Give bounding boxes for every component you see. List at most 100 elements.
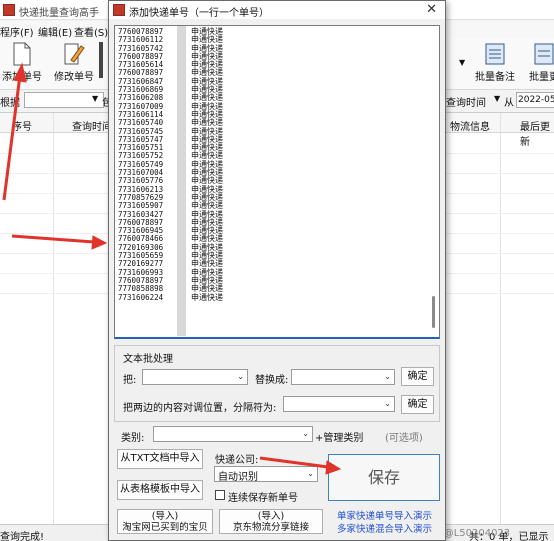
tracking-number: 7731605752	[118, 152, 164, 161]
col-query-time[interactable]: 查询时间	[72, 118, 112, 133]
chevron-down-icon: ⌄	[237, 372, 244, 381]
replace-from-combo[interactable]: ⌄	[142, 369, 248, 385]
tracking-number: 7770857629	[118, 193, 164, 202]
batch-note-label: 批量备注	[475, 72, 515, 83]
multi-import-demo-link[interactable]: 多家快递混合导入演示	[337, 521, 432, 535]
tracking-number: 7731605745	[118, 127, 164, 136]
filter-by-label: 根据	[0, 98, 20, 109]
chevron-down-icon: ▼	[494, 94, 501, 103]
tracking-number: 7731606869	[118, 86, 164, 95]
import-jd-line1: (导入)	[257, 511, 285, 522]
tracking-number: 7731605907	[118, 202, 164, 211]
list-item: 7731605742 申通快递	[118, 44, 223, 53]
list-item: 7731606114 申通快递	[118, 110, 223, 119]
replace-ok-button[interactable]: 确定	[401, 367, 434, 386]
chevron-down-icon: ▼	[92, 94, 99, 103]
tracking-number: 7731606112	[118, 36, 164, 45]
menu-program[interactable]: 程序(F)	[0, 24, 34, 39]
import-table-button[interactable]: 从表格模板中导入	[117, 480, 203, 500]
list-item: 7731605614 申通快递	[118, 60, 223, 70]
from-label: 从	[504, 98, 514, 109]
list-item: 7760078897 申通快递	[118, 218, 223, 227]
tracking-number: 7731606993	[118, 268, 164, 277]
batch-update-button[interactable]: 批量更	[524, 40, 554, 86]
text-batch-title: 文本批处理	[123, 354, 173, 365]
col-latest-update[interactable]: 最后更新	[520, 118, 554, 148]
list-item: 7731606847 申通快递	[118, 77, 223, 86]
import-jd-line2: 京东物流分享链接	[232, 522, 309, 533]
batch-note-button[interactable]: 批量备注	[469, 40, 521, 86]
optional-hint: (可选项)	[385, 433, 423, 444]
col-logistics[interactable]: 物流信息	[450, 118, 490, 133]
close-icon[interactable]: ✕	[426, 2, 437, 17]
tracking-number: 7731605749	[118, 160, 164, 169]
continuous-save-checkbox[interactable]	[215, 490, 225, 500]
tracking-number: 7731606847	[118, 77, 164, 86]
list-item: 7731606945 申通快递	[118, 226, 223, 235]
add-number-label: 添加单号	[2, 72, 42, 83]
app-icon	[3, 4, 15, 16]
scrollbar-thumb[interactable]	[432, 296, 435, 328]
tracking-number: 7731605659	[118, 252, 164, 261]
tracking-number-list: 7760078897 申通快递 7731606112 申通快递 7731605742 申通…	[118, 27, 223, 302]
tracking-number: 7731607009	[118, 102, 164, 111]
from-date-field[interactable]: 2022-05-	[516, 92, 554, 108]
text-batch-group: 文本批处理 把: ⌄ 替换成: ⌄ 确定 把两边的内容对调位置，分隔符为: ⌄ …	[114, 345, 440, 422]
textarea-scrollbar[interactable]	[429, 30, 437, 330]
chevron-down-icon: ⌄	[384, 399, 391, 408]
list-item: 7760078897 申通快递	[118, 69, 223, 78]
tracking-number: 7731605747	[118, 135, 164, 144]
list-item: 7731605745 申通快递	[118, 127, 223, 136]
list-item: 7770858898 申通快递	[118, 284, 223, 293]
chevron-down-icon: ⌄	[384, 372, 391, 381]
manage-category-link[interactable]: +管理类别	[315, 429, 363, 444]
list-item: 7731606208 申通快递	[118, 94, 223, 103]
tracking-number: 7731603427	[118, 210, 164, 219]
add-number-button[interactable]: 添加单号	[0, 40, 46, 86]
toolbar-edge	[99, 42, 103, 78]
continuous-save-label: 连续保存新单号	[228, 493, 298, 504]
list-item: 7731606993 申通快递	[118, 268, 223, 277]
import-jd-button[interactable]: (导入) 京东物流分享链接	[219, 509, 323, 534]
tracking-number: 7760078897	[118, 218, 164, 227]
import-taobao-line1: (导入)	[151, 511, 179, 522]
tracking-number: 7731605776	[118, 177, 164, 186]
import-txt-button[interactable]: 从TXT文档中导入	[117, 449, 203, 469]
dropdown-arrow-icon[interactable]: ▼	[459, 58, 465, 67]
col-seq[interactable]: 序号	[12, 118, 32, 133]
courier-name: 申通快递	[191, 292, 223, 302]
single-import-demo-link[interactable]: 单家快递单号导入演示	[337, 508, 432, 522]
menu-view[interactable]: 查看(S)	[74, 24, 108, 39]
app-icon	[113, 4, 125, 16]
tracking-number: 7731606213	[118, 185, 164, 194]
list-item: 7731603427 申通快递	[118, 210, 223, 219]
separator-combo[interactable]: ⌄	[283, 396, 395, 412]
replace-to-combo[interactable]: ⌄	[291, 369, 395, 385]
tracking-number: 7731606224	[118, 293, 164, 302]
tracking-number-textarea[interactable]: 7760078897 申通快递 7731606112 申通快递 7731605742 申通…	[114, 25, 440, 339]
replace-to-label: 替换成:	[255, 375, 289, 386]
list-item: 7720169277 申通快递	[118, 260, 223, 269]
status-text: 查询完成!	[0, 532, 45, 541]
swap-ok-button[interactable]: 确定	[401, 395, 434, 414]
menu-edit[interactable]: 编辑(E)	[38, 24, 72, 39]
tracking-number: 7760078466	[118, 235, 164, 244]
list-item: 7770857629 申通快递	[118, 193, 223, 202]
tracking-number: 7760078897	[118, 52, 164, 61]
tracking-number: 7731605614	[118, 61, 164, 70]
import-taobao-button[interactable]: (导入) 淘宝网已买到的宝贝	[117, 509, 213, 534]
edit-pencil-icon	[64, 43, 85, 65]
courier-combo[interactable]: 自动识别 ⌄	[214, 466, 318, 483]
category-combo[interactable]: ⌄	[153, 426, 313, 442]
edit-number-button[interactable]: 修改单号	[50, 40, 98, 86]
tracking-number: 7760078897	[118, 276, 164, 285]
query-time-select[interactable]: 查询时间	[446, 94, 486, 109]
tracking-number: 7731606114	[118, 110, 164, 119]
tracking-number: 7731605742	[118, 44, 164, 53]
save-button[interactable]: 保存	[328, 454, 440, 501]
list-item: 7731605740 申通快递	[118, 118, 223, 127]
tracking-number: 7731607004	[118, 169, 164, 178]
column-separator	[177, 26, 186, 336]
add-number-dialog: 添加快递单号（一行一个单号） ✕ 7760078897 申通快递 773160611…	[108, 0, 446, 541]
grid-col-divider	[53, 113, 54, 525]
